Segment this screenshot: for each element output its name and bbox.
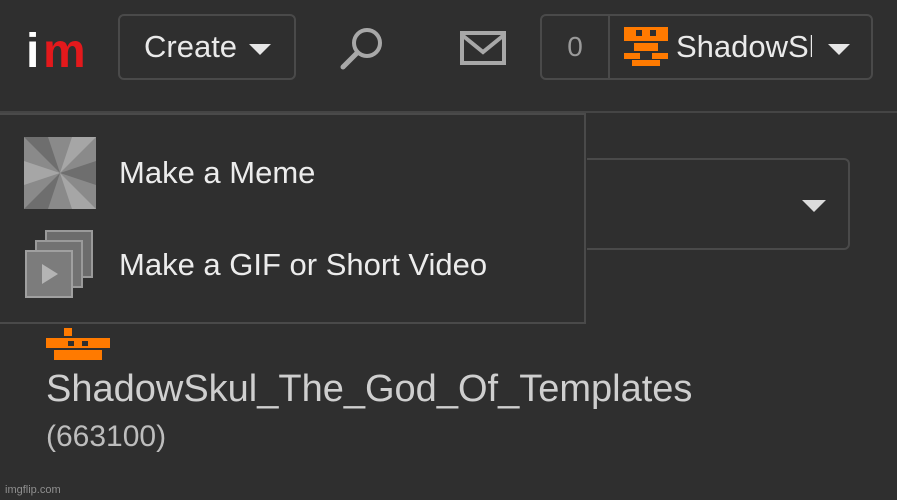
logo-letter-i: i — [26, 25, 40, 78]
chevron-down-icon — [828, 43, 850, 55]
user-menu-button[interactable]: ShadowSkul_The_God_Of_Templates — [610, 16, 871, 78]
create-button-label: Create — [144, 29, 238, 64]
create-button[interactable]: Create — [118, 14, 296, 80]
logo-letter-m: m — [43, 25, 86, 78]
search-icon[interactable] — [338, 24, 386, 72]
profile-avatar-icon — [46, 328, 110, 360]
watermark: imgflip.com — [5, 484, 61, 496]
profile-points: (663100) — [46, 420, 167, 453]
menu-item-label: Make a Meme — [119, 155, 316, 190]
top-navigation-bar: i m Create 0 ShadowSkul_The_God_Of_Templ… — [0, 0, 897, 113]
imgflip-logo[interactable]: i m — [26, 28, 96, 76]
user-area: 0 ShadowSkul_The_God_Of_Templates — [540, 14, 873, 80]
menu-item-make-gif[interactable]: Make a GIF or Short Video — [0, 219, 584, 311]
notification-count[interactable]: 0 — [542, 16, 610, 78]
mail-icon[interactable] — [459, 30, 507, 66]
menu-item-make-meme[interactable]: Make a Meme — [0, 127, 584, 219]
create-dropdown-menu: Make a Meme Make a GIF or Short Video — [0, 113, 586, 324]
user-avatar-icon — [624, 27, 668, 66]
chevron-down-icon — [249, 43, 272, 55]
gif-video-icon — [25, 230, 93, 298]
username: ShadowSkul_The_God_Of_Templates — [676, 29, 812, 64]
sort-select[interactable] — [587, 158, 850, 250]
chevron-down-icon — [802, 200, 826, 212]
meme-image-icon — [24, 137, 96, 209]
menu-item-label: Make a GIF or Short Video — [119, 247, 488, 282]
profile-username[interactable]: ShadowSkul_The_God_Of_Templates — [46, 368, 692, 411]
